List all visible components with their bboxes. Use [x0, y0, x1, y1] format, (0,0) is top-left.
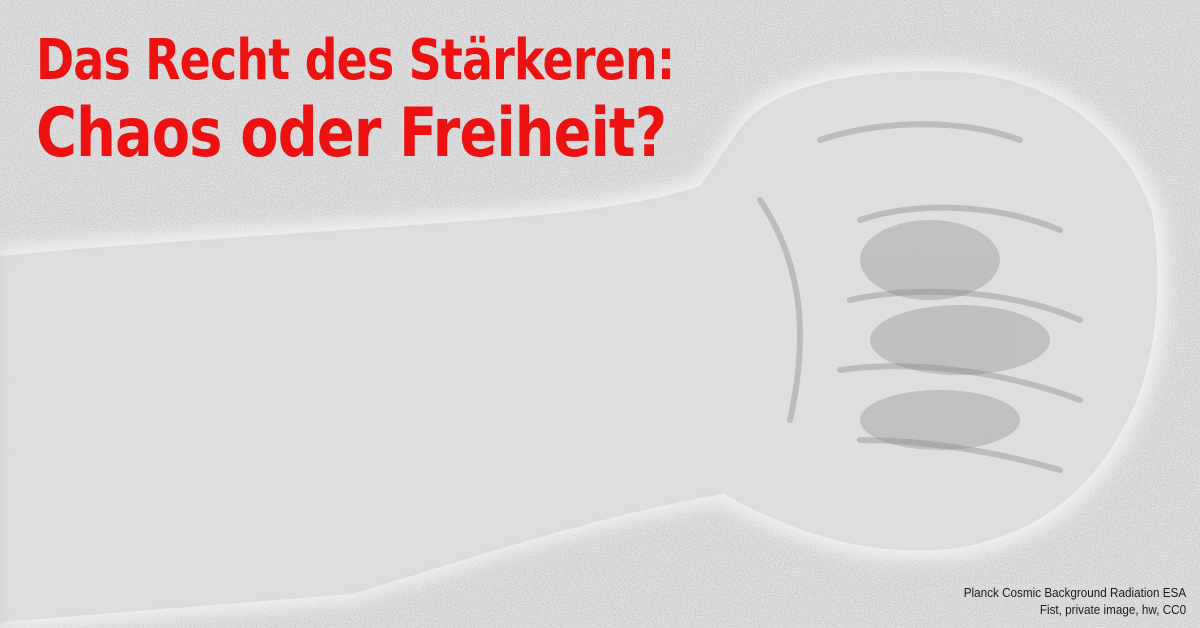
credit-line-1: Planck Cosmic Background Radiation ESA: [963, 585, 1186, 600]
headline-line-2: Chaos oder Freiheit?: [36, 94, 667, 173]
banner-canvas: Das Recht des Stärkeren: Chaos oder Frei…: [0, 0, 1200, 628]
headline: Das Recht des Stärkeren: Chaos oder Frei…: [36, 28, 675, 174]
image-credits: Planck Cosmic Background Radiation ESA F…: [964, 584, 1186, 618]
credit-line-2: Fist, private image, hw, CC0: [1039, 602, 1186, 617]
headline-line-1: Das Recht des Stärkeren:: [36, 28, 675, 93]
